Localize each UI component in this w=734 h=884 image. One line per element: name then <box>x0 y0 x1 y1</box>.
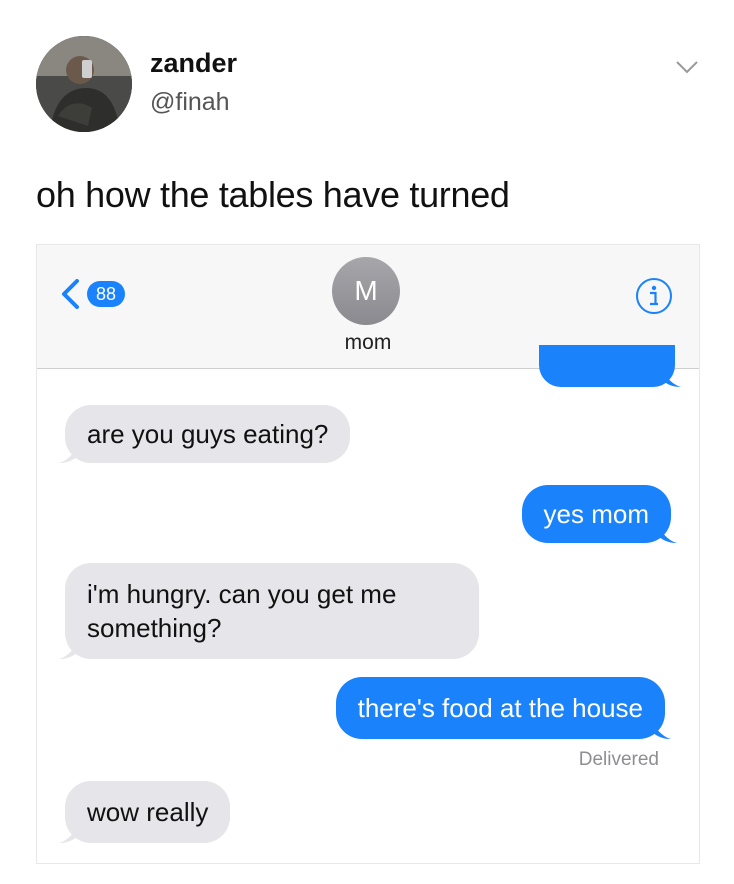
message-bubble-incoming[interactable]: wow really <box>59 781 231 843</box>
unread-badge[interactable]: 88 <box>87 281 125 307</box>
author-name[interactable]: zander <box>150 48 237 79</box>
imessage-screenshot: 88 M mom are you guys eating? yes mom i'… <box>36 244 700 864</box>
delivered-status: Delivered <box>578 749 659 770</box>
message-bubble-outgoing[interactable]: yes mom <box>521 485 677 543</box>
bubble-tail-icon <box>657 523 677 543</box>
message-text: i'm hungry. can you get me something? <box>87 579 397 643</box>
bubble-tail-icon <box>59 443 79 463</box>
chevron-down-icon[interactable] <box>674 54 700 80</box>
message-bubble-incoming[interactable]: i'm hungry. can you get me something? <box>59 563 479 659</box>
bubble-tail-icon <box>651 719 671 739</box>
message-bubble-outgoing[interactable]: there's food at the house <box>335 677 671 739</box>
bubble-tail-icon <box>59 823 79 843</box>
tweet-text: oh how the tables have turned <box>36 174 510 215</box>
info-icon[interactable] <box>635 277 673 315</box>
message-text: are you guys eating? <box>87 419 329 449</box>
message-bubble-partial <box>539 345 681 387</box>
back-chevron-icon[interactable] <box>59 279 81 309</box>
message-text: wow really <box>87 797 209 827</box>
message-text: there's food at the house <box>357 693 643 723</box>
message-text: yes mom <box>543 499 649 529</box>
tweet-header: zander @finah <box>36 36 706 136</box>
message-bubble-incoming[interactable]: are you guys eating? <box>59 405 351 463</box>
bubble-tail-icon <box>661 367 681 387</box>
author-handle[interactable]: @finah <box>150 88 230 117</box>
bubble-tail-icon <box>59 639 79 659</box>
contact-avatar[interactable]: M <box>332 257 400 325</box>
author-avatar[interactable] <box>36 36 132 132</box>
